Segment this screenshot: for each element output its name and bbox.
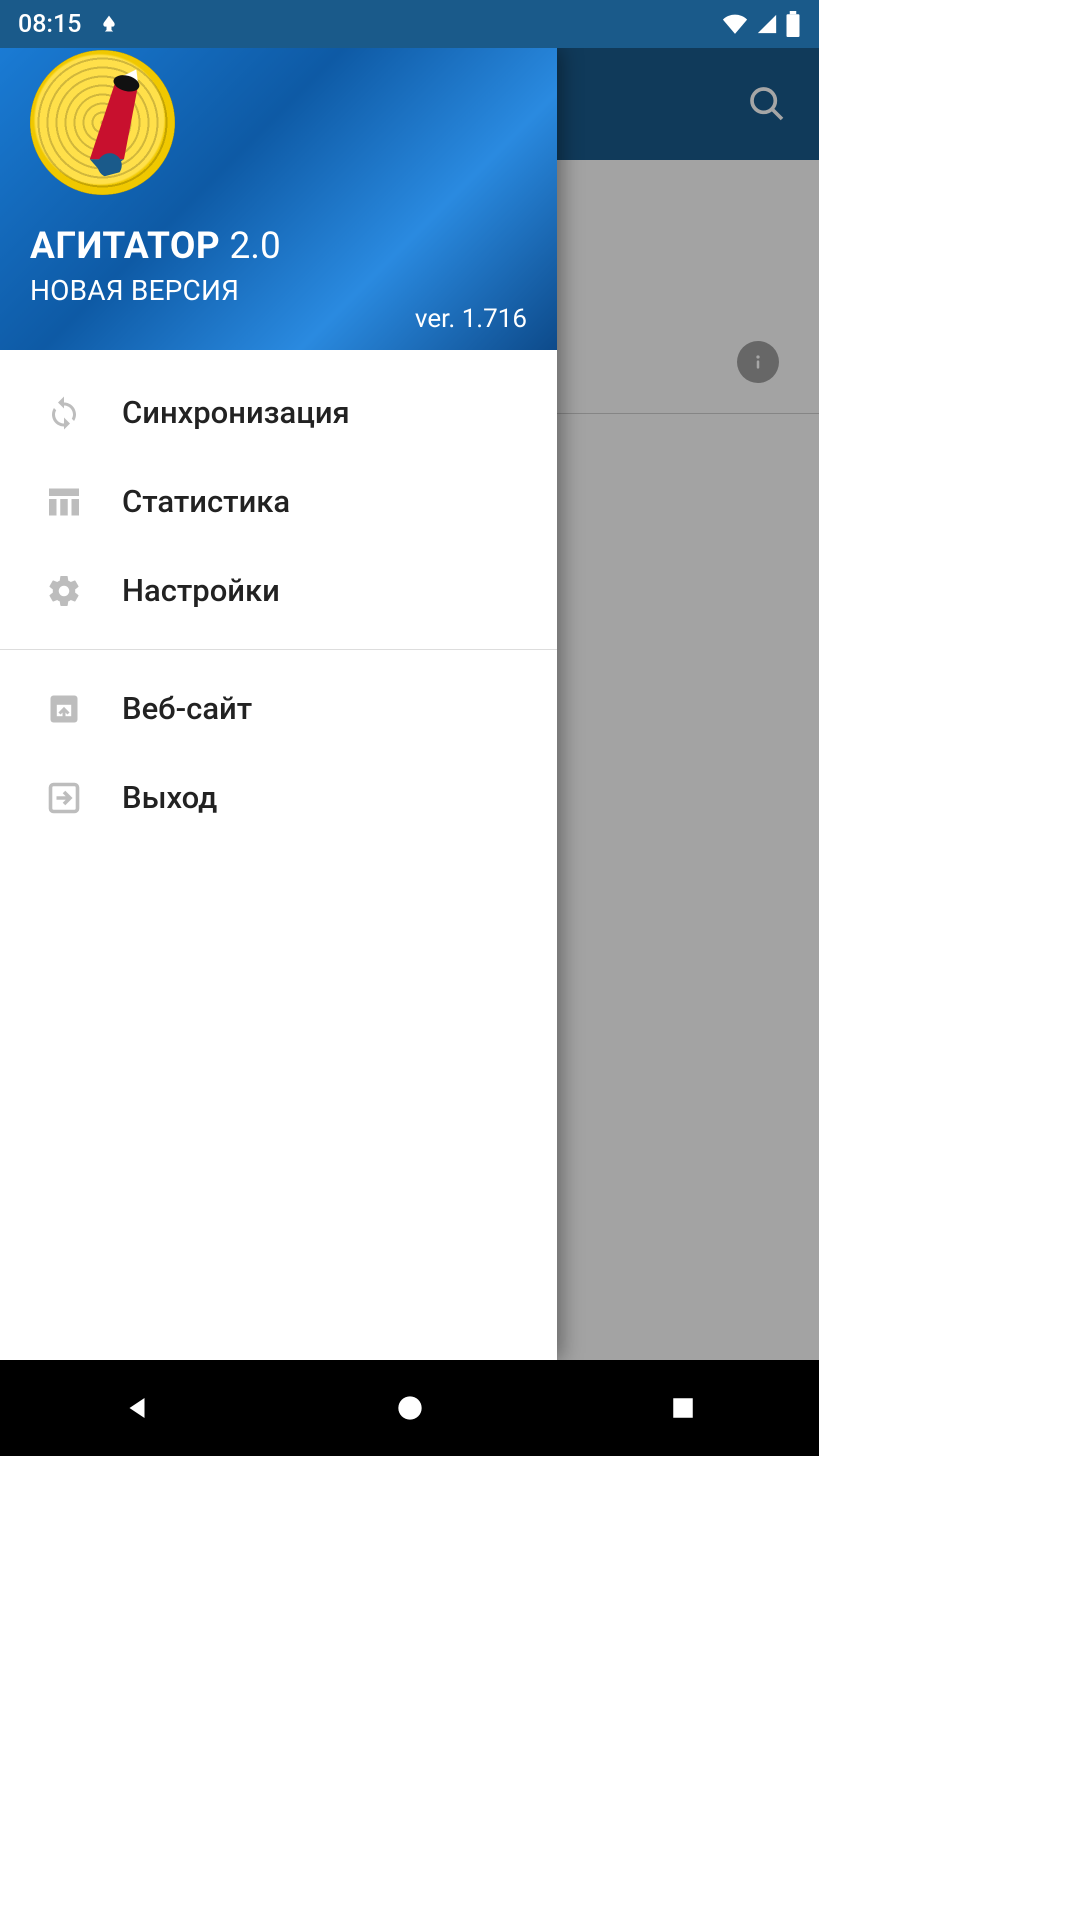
menu-item-label: Веб-сайт	[122, 690, 252, 727]
status-time: 08:15	[18, 10, 81, 39]
status-bar: 08:15	[0, 0, 819, 48]
menu-item-website[interactable]: Веб-сайт	[0, 664, 557, 753]
nav-back-button[interactable]	[113, 1384, 161, 1432]
status-bar-right	[721, 11, 801, 37]
menu-item-label: Выход	[122, 779, 217, 816]
menu-item-label: Настройки	[122, 572, 280, 609]
app-version: ver. 1.716	[415, 304, 527, 334]
gear-icon	[46, 573, 82, 609]
stats-icon	[46, 484, 82, 520]
system-nav-bar	[0, 1360, 819, 1456]
menu-item-exit[interactable]: Выход	[0, 753, 557, 842]
menu-item-label: Синхронизация	[122, 394, 350, 431]
exit-icon	[46, 780, 82, 816]
nav-home-button[interactable]	[386, 1384, 434, 1432]
battery-icon	[785, 11, 801, 37]
avatar	[30, 50, 175, 195]
app-title: АГИТАТОР 2.0	[30, 225, 527, 268]
cell-signal-icon	[755, 13, 779, 35]
menu-item-settings[interactable]: Настройки	[0, 546, 557, 635]
menu-item-label: Статистика	[122, 483, 290, 520]
menu-item-sync[interactable]: Синхронизация	[0, 368, 557, 457]
drawer-menu: Синхронизация Статистика	[0, 350, 557, 1360]
menu-item-stats[interactable]: Статистика	[0, 457, 557, 546]
menu-divider	[0, 649, 557, 650]
sync-icon	[46, 395, 82, 431]
nav-drawer: АГИТАТОР 2.0 НОВАЯ ВЕРСИЯ ver. 1.716 Син…	[0, 48, 557, 1360]
megaphone-icon	[59, 62, 170, 181]
browser-icon	[46, 691, 82, 727]
status-icon-spade	[99, 14, 119, 34]
drawer-header: АГИТАТОР 2.0 НОВАЯ ВЕРСИЯ ver. 1.716	[0, 48, 557, 350]
app-subtitle: НОВАЯ ВЕРСИЯ	[30, 274, 527, 307]
nav-recent-button[interactable]	[659, 1384, 707, 1432]
status-bar-left: 08:15	[18, 10, 119, 39]
wifi-icon	[721, 13, 749, 35]
